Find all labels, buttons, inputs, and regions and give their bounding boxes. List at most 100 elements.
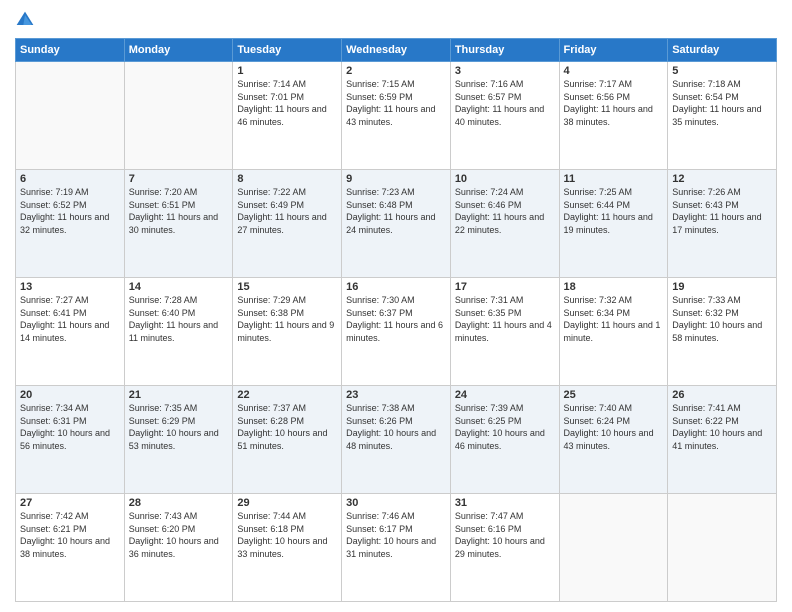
day-number: 17 <box>455 281 555 293</box>
day-info: Sunrise: 7:19 AM Sunset: 6:52 PM Dayligh… <box>20 186 120 236</box>
calendar-cell: 1Sunrise: 7:14 AM Sunset: 7:01 PM Daylig… <box>233 62 342 170</box>
day-info: Sunrise: 7:20 AM Sunset: 6:51 PM Dayligh… <box>129 186 229 236</box>
calendar-cell: 8Sunrise: 7:22 AM Sunset: 6:49 PM Daylig… <box>233 170 342 278</box>
day-info: Sunrise: 7:33 AM Sunset: 6:32 PM Dayligh… <box>672 294 772 344</box>
day-number: 2 <box>346 65 446 77</box>
day-number: 9 <box>346 173 446 185</box>
calendar-cell: 26Sunrise: 7:41 AM Sunset: 6:22 PM Dayli… <box>668 386 777 494</box>
day-number: 12 <box>672 173 772 185</box>
calendar-cell: 2Sunrise: 7:15 AM Sunset: 6:59 PM Daylig… <box>342 62 451 170</box>
calendar-cell: 20Sunrise: 7:34 AM Sunset: 6:31 PM Dayli… <box>16 386 125 494</box>
calendar-cell: 5Sunrise: 7:18 AM Sunset: 6:54 PM Daylig… <box>668 62 777 170</box>
day-info: Sunrise: 7:44 AM Sunset: 6:18 PM Dayligh… <box>237 510 337 560</box>
day-number: 22 <box>237 389 337 401</box>
day-info: Sunrise: 7:27 AM Sunset: 6:41 PM Dayligh… <box>20 294 120 344</box>
day-number: 7 <box>129 173 229 185</box>
calendar-cell: 17Sunrise: 7:31 AM Sunset: 6:35 PM Dayli… <box>450 278 559 386</box>
calendar-cell: 25Sunrise: 7:40 AM Sunset: 6:24 PM Dayli… <box>559 386 668 494</box>
calendar-cell <box>124 62 233 170</box>
week-row-3: 20Sunrise: 7:34 AM Sunset: 6:31 PM Dayli… <box>16 386 777 494</box>
day-info: Sunrise: 7:14 AM Sunset: 7:01 PM Dayligh… <box>237 78 337 128</box>
day-number: 1 <box>237 65 337 77</box>
day-info: Sunrise: 7:28 AM Sunset: 6:40 PM Dayligh… <box>129 294 229 344</box>
day-number: 4 <box>564 65 664 77</box>
day-info: Sunrise: 7:41 AM Sunset: 6:22 PM Dayligh… <box>672 402 772 452</box>
calendar-cell: 18Sunrise: 7:32 AM Sunset: 6:34 PM Dayli… <box>559 278 668 386</box>
calendar-table: SundayMondayTuesdayWednesdayThursdayFrid… <box>15 38 777 602</box>
week-row-1: 6Sunrise: 7:19 AM Sunset: 6:52 PM Daylig… <box>16 170 777 278</box>
week-row-0: 1Sunrise: 7:14 AM Sunset: 7:01 PM Daylig… <box>16 62 777 170</box>
day-info: Sunrise: 7:25 AM Sunset: 6:44 PM Dayligh… <box>564 186 664 236</box>
calendar-cell: 6Sunrise: 7:19 AM Sunset: 6:52 PM Daylig… <box>16 170 125 278</box>
day-number: 31 <box>455 497 555 509</box>
calendar-cell: 28Sunrise: 7:43 AM Sunset: 6:20 PM Dayli… <box>124 494 233 602</box>
weekday-header-wednesday: Wednesday <box>342 39 451 62</box>
calendar-cell: 19Sunrise: 7:33 AM Sunset: 6:32 PM Dayli… <box>668 278 777 386</box>
day-info: Sunrise: 7:42 AM Sunset: 6:21 PM Dayligh… <box>20 510 120 560</box>
day-number: 13 <box>20 281 120 293</box>
day-info: Sunrise: 7:43 AM Sunset: 6:20 PM Dayligh… <box>129 510 229 560</box>
day-number: 28 <box>129 497 229 509</box>
day-number: 8 <box>237 173 337 185</box>
calendar-cell: 29Sunrise: 7:44 AM Sunset: 6:18 PM Dayli… <box>233 494 342 602</box>
day-number: 6 <box>20 173 120 185</box>
calendar-cell: 22Sunrise: 7:37 AM Sunset: 6:28 PM Dayli… <box>233 386 342 494</box>
day-number: 16 <box>346 281 446 293</box>
day-number: 5 <box>672 65 772 77</box>
calendar-cell <box>668 494 777 602</box>
calendar-cell: 15Sunrise: 7:29 AM Sunset: 6:38 PM Dayli… <box>233 278 342 386</box>
day-info: Sunrise: 7:16 AM Sunset: 6:57 PM Dayligh… <box>455 78 555 128</box>
weekday-header-sunday: Sunday <box>16 39 125 62</box>
day-info: Sunrise: 7:30 AM Sunset: 6:37 PM Dayligh… <box>346 294 446 344</box>
day-number: 30 <box>346 497 446 509</box>
day-info: Sunrise: 7:38 AM Sunset: 6:26 PM Dayligh… <box>346 402 446 452</box>
day-info: Sunrise: 7:32 AM Sunset: 6:34 PM Dayligh… <box>564 294 664 344</box>
day-info: Sunrise: 7:17 AM Sunset: 6:56 PM Dayligh… <box>564 78 664 128</box>
day-info: Sunrise: 7:34 AM Sunset: 6:31 PM Dayligh… <box>20 402 120 452</box>
day-number: 20 <box>20 389 120 401</box>
calendar-cell: 16Sunrise: 7:30 AM Sunset: 6:37 PM Dayli… <box>342 278 451 386</box>
calendar-cell: 9Sunrise: 7:23 AM Sunset: 6:48 PM Daylig… <box>342 170 451 278</box>
calendar-cell: 13Sunrise: 7:27 AM Sunset: 6:41 PM Dayli… <box>16 278 125 386</box>
week-row-2: 13Sunrise: 7:27 AM Sunset: 6:41 PM Dayli… <box>16 278 777 386</box>
weekday-header-monday: Monday <box>124 39 233 62</box>
calendar-cell: 21Sunrise: 7:35 AM Sunset: 6:29 PM Dayli… <box>124 386 233 494</box>
calendar-cell: 31Sunrise: 7:47 AM Sunset: 6:16 PM Dayli… <box>450 494 559 602</box>
calendar-cell: 11Sunrise: 7:25 AM Sunset: 6:44 PM Dayli… <box>559 170 668 278</box>
calendar-cell: 30Sunrise: 7:46 AM Sunset: 6:17 PM Dayli… <box>342 494 451 602</box>
day-number: 18 <box>564 281 664 293</box>
day-info: Sunrise: 7:47 AM Sunset: 6:16 PM Dayligh… <box>455 510 555 560</box>
day-info: Sunrise: 7:40 AM Sunset: 6:24 PM Dayligh… <box>564 402 664 452</box>
week-row-4: 27Sunrise: 7:42 AM Sunset: 6:21 PM Dayli… <box>16 494 777 602</box>
day-info: Sunrise: 7:29 AM Sunset: 6:38 PM Dayligh… <box>237 294 337 344</box>
day-number: 27 <box>20 497 120 509</box>
page: SundayMondayTuesdayWednesdayThursdayFrid… <box>0 0 792 612</box>
day-number: 29 <box>237 497 337 509</box>
calendar-cell: 14Sunrise: 7:28 AM Sunset: 6:40 PM Dayli… <box>124 278 233 386</box>
calendar-cell: 23Sunrise: 7:38 AM Sunset: 6:26 PM Dayli… <box>342 386 451 494</box>
day-number: 26 <box>672 389 772 401</box>
calendar-cell <box>16 62 125 170</box>
day-info: Sunrise: 7:15 AM Sunset: 6:59 PM Dayligh… <box>346 78 446 128</box>
day-info: Sunrise: 7:37 AM Sunset: 6:28 PM Dayligh… <box>237 402 337 452</box>
day-number: 11 <box>564 173 664 185</box>
day-number: 21 <box>129 389 229 401</box>
day-number: 24 <box>455 389 555 401</box>
day-info: Sunrise: 7:31 AM Sunset: 6:35 PM Dayligh… <box>455 294 555 344</box>
day-info: Sunrise: 7:46 AM Sunset: 6:17 PM Dayligh… <box>346 510 446 560</box>
day-info: Sunrise: 7:35 AM Sunset: 6:29 PM Dayligh… <box>129 402 229 452</box>
calendar-cell: 3Sunrise: 7:16 AM Sunset: 6:57 PM Daylig… <box>450 62 559 170</box>
day-number: 19 <box>672 281 772 293</box>
day-number: 14 <box>129 281 229 293</box>
day-info: Sunrise: 7:18 AM Sunset: 6:54 PM Dayligh… <box>672 78 772 128</box>
day-number: 23 <box>346 389 446 401</box>
calendar-cell <box>559 494 668 602</box>
weekday-header-row: SundayMondayTuesdayWednesdayThursdayFrid… <box>16 39 777 62</box>
calendar-cell: 12Sunrise: 7:26 AM Sunset: 6:43 PM Dayli… <box>668 170 777 278</box>
weekday-header-tuesday: Tuesday <box>233 39 342 62</box>
day-number: 15 <box>237 281 337 293</box>
day-number: 10 <box>455 173 555 185</box>
weekday-header-friday: Friday <box>559 39 668 62</box>
calendar-cell: 4Sunrise: 7:17 AM Sunset: 6:56 PM Daylig… <box>559 62 668 170</box>
calendar-cell: 24Sunrise: 7:39 AM Sunset: 6:25 PM Dayli… <box>450 386 559 494</box>
